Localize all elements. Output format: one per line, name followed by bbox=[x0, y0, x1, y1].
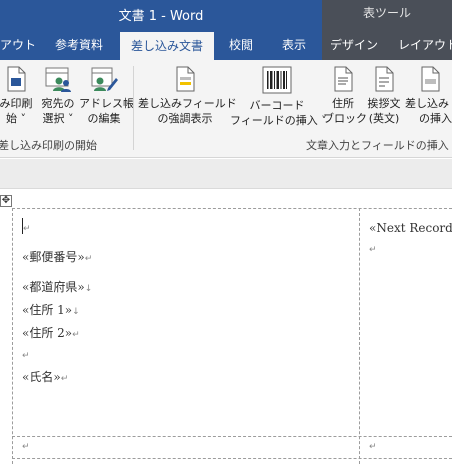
title-bar: 文書 1 - Word 表ツール bbox=[0, 0, 452, 30]
insert-barcode-field-button[interactable]: バーコード フィールドの挿入 ˅ bbox=[230, 66, 327, 128]
row2-cell1-paragraph-mark: ↵ bbox=[22, 442, 30, 452]
paragraph-mark: ↵ bbox=[22, 351, 30, 361]
edit-recipients-icon bbox=[91, 67, 118, 91]
start-mail-merge-label-1: み印刷 bbox=[0, 97, 33, 110]
greeting-line-label-2: (英文) bbox=[368, 112, 400, 125]
insert-merge-field-label-2: の挿入 bbox=[419, 112, 452, 125]
start-mail-merge-button[interactable]: み印刷 始 ˅ bbox=[0, 66, 38, 126]
highlight-fields-icon bbox=[176, 66, 195, 92]
table-gridline-bottom bbox=[12, 458, 452, 459]
highlight-merge-fields-label-1: 差し込みフィールド bbox=[138, 97, 237, 110]
row2-cell2-paragraph-mark: ↵ bbox=[369, 442, 377, 452]
select-recipients-label-2: 選択 ˅ bbox=[42, 112, 74, 125]
window-title: 文書 1 - Word bbox=[118, 9, 204, 24]
merge-field-address-2[interactable]: «住所 2»↵ bbox=[22, 324, 80, 341]
cell1-line-empty-2: ↵ bbox=[22, 347, 30, 361]
highlight-merge-fields-button[interactable]: 差し込みフィールド の強調表示 bbox=[138, 66, 237, 126]
ribbon: み印刷 始 ˅ 宛先の 選択 ˅ アドレス帳 の編集 差し込み印刷の開始 差し込… bbox=[0, 60, 452, 158]
recipients-icon bbox=[45, 67, 71, 92]
merge-field-name[interactable]: «氏名»↵ bbox=[22, 368, 68, 385]
edit-recipient-list-button[interactable]: アドレス帳 の編集 bbox=[79, 66, 134, 126]
cell1-line-empty: ↵ bbox=[23, 220, 31, 234]
insert-barcode-field-label-2: フィールドの挿入 ˅ bbox=[230, 114, 327, 127]
insert-merge-field-button[interactable]: 差し込み の挿入 bbox=[405, 66, 452, 126]
document-icon bbox=[7, 66, 26, 92]
paragraph-mark: ↵ bbox=[369, 245, 377, 255]
paragraph-mark: ↵ bbox=[60, 374, 69, 384]
start-mail-merge-label-2: 始 ˅ bbox=[6, 112, 26, 125]
address-block-label-1: 住所 bbox=[332, 97, 354, 110]
address-block-icon bbox=[334, 66, 353, 92]
greeting-line-label-1: 挨拶文 bbox=[367, 97, 401, 110]
tab-table-design[interactable]: デザイン bbox=[322, 30, 390, 60]
document-top-band bbox=[0, 159, 452, 189]
merge-field-postal-code[interactable]: «郵便番号»↵ bbox=[22, 248, 92, 265]
address-block-label-2: ブロック bbox=[323, 112, 367, 125]
tab-review[interactable]: 校閲 bbox=[229, 30, 253, 60]
cell2-line-empty: ↵ bbox=[369, 241, 377, 255]
line-break-mark: ↓ bbox=[72, 307, 80, 317]
merge-field-address-1[interactable]: «住所 1»↓ bbox=[22, 301, 80, 318]
table-tools-context-label: 表ツール bbox=[322, 0, 452, 30]
tab-table-layout[interactable]: レイアウト bbox=[390, 30, 452, 60]
ribbon-tab-row: アウト 参考資料 差し込み文書 校閲 表示 デザイン レイアウト bbox=[0, 30, 452, 60]
ribbon-group-separator bbox=[133, 66, 134, 150]
paragraph-mark: ↵ bbox=[72, 330, 80, 340]
barcode-icon bbox=[262, 66, 292, 94]
insert-barcode-field-label-1: バーコード bbox=[249, 99, 305, 112]
edit-recipient-list-label-2: の編集 bbox=[87, 112, 121, 125]
paragraph-mark: ↵ bbox=[23, 224, 31, 234]
select-recipients-label-1: 宛先の bbox=[41, 97, 75, 110]
greeting-line-button[interactable]: 挨拶文 (英文) bbox=[363, 66, 405, 126]
table-gridline-middle bbox=[12, 436, 452, 437]
tab-layout-page[interactable]: アウト bbox=[0, 30, 36, 60]
edit-recipient-list-label-1: アドレス帳 bbox=[79, 97, 134, 110]
greeting-line-icon bbox=[375, 66, 394, 92]
tab-mailings[interactable]: 差し込み文書 bbox=[120, 32, 215, 60]
merge-field-prefecture[interactable]: «都道府県»↓ bbox=[22, 278, 92, 295]
address-block-button[interactable]: 住所 ブロック bbox=[323, 66, 367, 126]
table-gridline-top bbox=[12, 208, 452, 209]
merge-field-next-record[interactable]: «Next Record» bbox=[369, 221, 452, 235]
select-recipients-button[interactable]: 宛先の 選択 ˅ bbox=[37, 66, 79, 126]
start-mail-merge-group-label: 差し込み印刷の開始 bbox=[0, 139, 97, 152]
insert-merge-field-label-1: 差し込み bbox=[405, 97, 449, 110]
tab-view[interactable]: 表示 bbox=[282, 30, 306, 60]
table-move-handle-icon[interactable]: ✥ bbox=[0, 195, 12, 207]
tab-references[interactable]: 参考資料 bbox=[55, 30, 103, 60]
table-gridline-column bbox=[359, 208, 360, 464]
line-break-mark: ↓ bbox=[84, 284, 93, 294]
paragraph-mark: ↵ bbox=[84, 254, 93, 264]
insert-merge-field-icon bbox=[421, 66, 440, 92]
table-gridline-left bbox=[12, 208, 13, 464]
write-insert-fields-group-label: 文章入力とフィールドの挿入 bbox=[306, 139, 449, 152]
highlight-merge-fields-label-2: の強調表示 bbox=[157, 112, 213, 125]
